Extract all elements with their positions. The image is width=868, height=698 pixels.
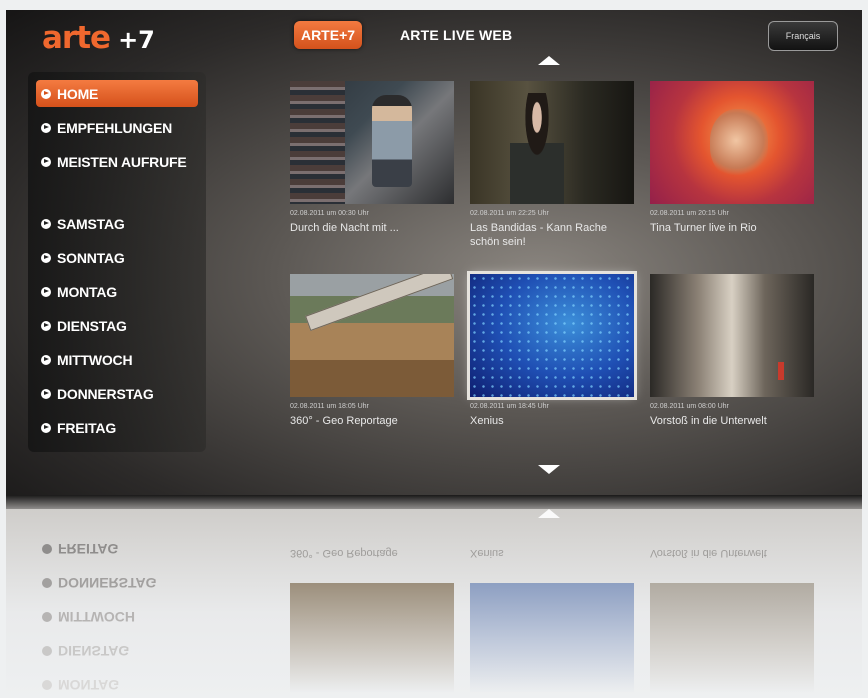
video-title: 360° - Geo Reportage [290, 415, 398, 427]
logo-text: arte [42, 20, 111, 56]
sidebar-item-label: MEISTEN AUFRUFE [57, 153, 187, 170]
reflected-label: MITTWOCH [58, 609, 135, 625]
screen-bottom-edge [6, 495, 862, 509]
sidebar-item-label: EMPFEHLUNGEN [57, 119, 173, 136]
sidebar-item-label: FREITAG [57, 419, 117, 436]
screen-reflection: FREITAG DONNERSTAG MITTWOCH DIENSTAG MON… [6, 509, 862, 698]
reflected-label: DIENSTAG [58, 643, 130, 659]
video-thumbnail[interactable] [290, 274, 454, 397]
video-thumbnail[interactable] [290, 81, 454, 204]
video-title: Xenius [470, 415, 504, 427]
reflected-title: 360° - Geo Reportage [290, 547, 398, 559]
video-title: Durch die Nacht mit ... [290, 222, 399, 234]
video-thumbnail[interactable] [467, 271, 637, 400]
reflected-title: Xenius [470, 547, 504, 559]
language-button[interactable]: Français [768, 21, 838, 51]
video-tile-tina-turner[interactable]: 02.08.2011 um 20:15 Uhr Tina Turner live… [650, 81, 814, 235]
reflected-label: MONTAG [58, 677, 120, 693]
menu-bullet-icon [41, 354, 51, 365]
sidebar-item-freitag[interactable]: FREITAG [36, 414, 198, 441]
video-tile-durch-die-nacht[interactable]: 02.08.2011 um 00:30 Uhr Durch die Nacht … [290, 81, 454, 235]
menu-bullet-icon [41, 218, 51, 229]
sidebar-item-label: DONNERSTAG [57, 385, 154, 402]
reflected-menu-item: MONTAG [42, 677, 119, 693]
sidebar-item-montag[interactable]: MONTAG [36, 278, 198, 305]
menu-bullet-icon [41, 320, 51, 331]
menu-bullet-icon [41, 422, 51, 433]
sidebar-item-label: SONNTAG [57, 249, 125, 266]
menu-bullet-icon [41, 156, 51, 167]
video-tile-geo-reportage[interactable]: 02.08.2011 um 18:05 Uhr 360° - Geo Repor… [290, 274, 454, 428]
video-date: 02.08.2011 um 00:30 Uhr [290, 210, 369, 217]
reflected-label: DONNERSTAG [58, 575, 157, 591]
sidebar-item-empfehlungen[interactable]: EMPFEHLUNGEN [36, 114, 198, 141]
logo-suffix: +7 [118, 26, 155, 54]
menu-bullet-icon [41, 122, 51, 133]
sidebar-item-meisten-aufrufe[interactable]: MEISTEN AUFRUFE [36, 148, 198, 175]
sidebar-item-home[interactable]: HOME [36, 80, 198, 107]
video-date: 02.08.2011 um 18:45 Uhr [470, 403, 549, 410]
sidebar-item-label: MITTWOCH [57, 351, 133, 368]
tab-arte-live-web[interactable]: ARTE LIVE WEB [400, 27, 512, 43]
menu-bullet-icon [41, 252, 51, 263]
reflected-menu-item: DIENSTAG [42, 643, 129, 659]
video-date: 02.08.2011 um 18:05 Uhr [290, 403, 369, 410]
sidebar-item-donnerstag[interactable]: DONNERSTAG [36, 380, 198, 407]
menu-bullet-icon [41, 88, 51, 99]
menu-bullet-icon [41, 286, 51, 297]
reflected-menu-item: DONNERSTAG [42, 575, 157, 591]
sidebar-item-mittwoch[interactable]: MITTWOCH [36, 346, 198, 373]
arte-logo: arte +7 [42, 20, 155, 56]
scroll-up-arrow-icon[interactable] [538, 56, 560, 65]
sidebar-item-dienstag[interactable]: DIENSTAG [36, 312, 198, 339]
video-thumbnail[interactable] [650, 81, 814, 204]
video-tile-las-bandidas[interactable]: 02.08.2011 um 22:25 Uhr Las Bandidas - K… [470, 81, 634, 249]
video-date: 02.08.2011 um 20:15 Uhr [650, 210, 729, 217]
video-title: Las Bandidas - Kann Rache schön sein! [470, 222, 607, 248]
sidebar-item-samstag[interactable]: SAMSTAG [36, 210, 198, 237]
reflected-menu-item: MITTWOCH [42, 609, 135, 625]
reflected-thumbnail [290, 583, 454, 693]
video-thumbnail[interactable] [650, 274, 814, 397]
sidebar-item-label: DIENSTAG [57, 317, 127, 334]
video-tile-xenius[interactable]: 02.08.2011 um 18:45 Uhr Xenius [467, 271, 637, 428]
sidebar-item-label: MONTAG [57, 283, 117, 300]
video-date: 02.08.2011 um 08:00 Uhr [650, 403, 729, 410]
video-tile-vorstoss-unterwelt[interactable]: 02.08.2011 um 08:00 Uhr Vorstoß in die U… [650, 274, 814, 428]
reflected-arrow-icon [538, 509, 560, 518]
menu-bullet-icon [41, 388, 51, 399]
reflected-menu-item: FREITAG [42, 541, 118, 557]
scroll-down-arrow-icon[interactable] [538, 465, 560, 474]
tab-arte-plus-7[interactable]: ARTE+7 [294, 21, 362, 49]
video-date: 02.08.2011 um 22:25 Uhr [470, 210, 549, 217]
reflected-thumbnail [650, 583, 814, 693]
sidebar-item-label: SAMSTAG [57, 215, 125, 232]
sidebar-item-label: HOME [57, 85, 99, 102]
video-title: Vorstoß in die Unterwelt [650, 415, 767, 427]
tv-screen: arte +7 ARTE+7 ARTE LIVE WEB Français HO… [6, 10, 862, 495]
sidebar-item-sonntag[interactable]: SONNTAG [36, 244, 198, 271]
reflected-title: Vorstoß in die Unterwelt [650, 547, 767, 559]
sidebar-menu: HOME EMPFEHLUNGEN MEISTEN AUFRUFE SAMSTA… [28, 72, 206, 452]
reflected-thumbnail [470, 583, 634, 693]
reflected-label: FREITAG [58, 541, 119, 557]
video-thumbnail[interactable] [470, 81, 634, 204]
video-title: Tina Turner live in Rio [650, 222, 757, 234]
